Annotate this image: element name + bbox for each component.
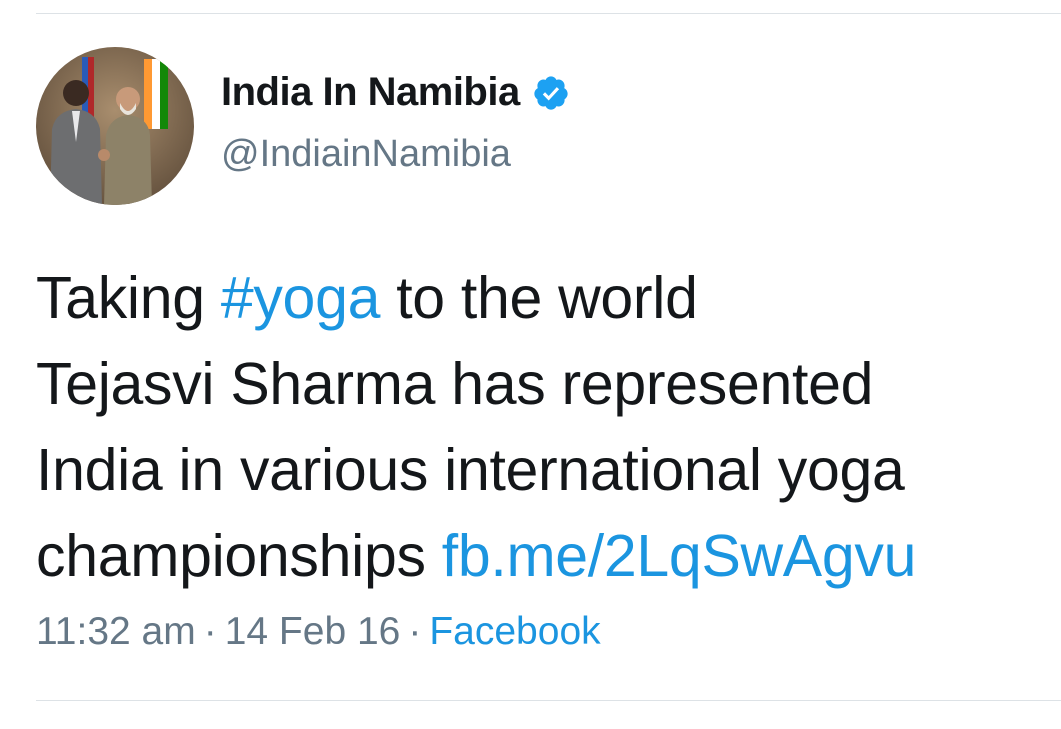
- top-divider: [36, 13, 1061, 14]
- display-name[interactable]: India In Namibia: [221, 70, 520, 115]
- display-name-row: India In Namibia: [221, 70, 570, 115]
- tweet-line-4: championships fb.me/2LqSwAgvu: [36, 513, 1046, 599]
- meta-separator: ·: [203, 610, 217, 653]
- tweet-meta: 11:32 am · 14 Feb 16 · Facebook: [36, 610, 601, 654]
- tweet-source-link[interactable]: Facebook: [429, 610, 600, 653]
- url-link[interactable]: fb.me/2LqSwAgvu: [442, 523, 917, 589]
- tweet-text-segment: Taking: [36, 265, 221, 331]
- tweet-detail: India In Namibia @IndiainNamibia Taking …: [0, 0, 1061, 729]
- tweet-line-2: Tejasvi Sharma has represented: [36, 351, 874, 417]
- tweet-date[interactable]: 14 Feb 16: [225, 610, 401, 653]
- tweet-text: Taking #yoga to the world Tejasvi Sharma…: [36, 255, 1046, 599]
- hashtag-link[interactable]: #yoga: [221, 265, 381, 331]
- tweet-text-segment: to the world: [380, 265, 698, 331]
- tweet-line-3: India in various international yoga: [36, 437, 905, 503]
- tweet-text-segment: championships: [36, 523, 442, 589]
- meta-separator: ·: [408, 610, 422, 653]
- tweet-line-1: Taking #yoga to the world: [36, 255, 1046, 341]
- avatar[interactable]: [36, 47, 194, 205]
- tweet-header: India In Namibia @IndiainNamibia: [36, 47, 570, 205]
- user-handle[interactable]: @IndiainNamibia: [221, 133, 570, 176]
- tweet-time[interactable]: 11:32 am: [36, 610, 196, 653]
- user-names: India In Namibia @IndiainNamibia: [221, 47, 570, 205]
- verified-badge-icon: [532, 74, 570, 112]
- bottom-divider: [36, 700, 1061, 701]
